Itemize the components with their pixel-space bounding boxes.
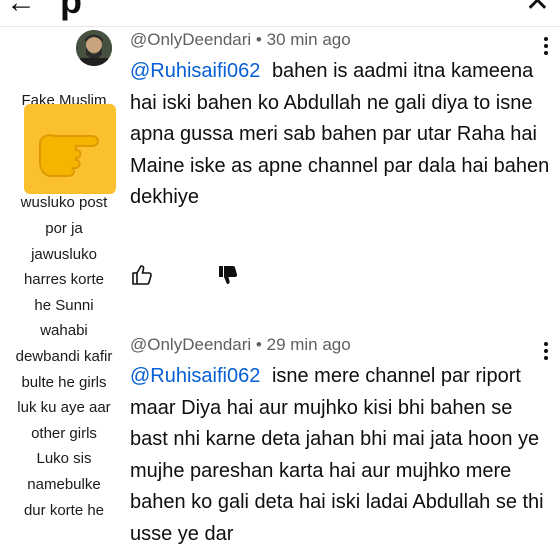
meta-separator: • bbox=[251, 30, 267, 49]
pointing-hand-sticker bbox=[24, 104, 116, 194]
dot bbox=[544, 51, 548, 55]
comment-time: 29 min ago bbox=[266, 335, 351, 354]
comment-actions bbox=[130, 263, 270, 293]
comment-body: isne mere channel par riport maar Diya h… bbox=[130, 365, 544, 545]
dot bbox=[544, 349, 548, 353]
comment-meta: @OnlyDeendari • 30 min ago bbox=[130, 30, 550, 50]
dot bbox=[544, 44, 548, 48]
dot bbox=[544, 37, 548, 41]
avatar[interactable] bbox=[76, 30, 112, 66]
mention-link[interactable]: @Ruhisaifi062 bbox=[130, 365, 260, 387]
comment-author[interactable]: @OnlyDeendari bbox=[130, 335, 251, 354]
comment-menu-button[interactable] bbox=[534, 337, 558, 365]
overlay-line: dewbandi kafir bbox=[15, 347, 113, 365]
dislike-button[interactable] bbox=[216, 263, 240, 292]
comment-item: @OnlyDeendari • 30 min ago @Ruhisaifi062… bbox=[130, 30, 550, 285]
top-app-bar: ← p ✕ bbox=[0, 0, 560, 27]
mention-link[interactable]: @Ruhisaifi062 bbox=[130, 60, 260, 82]
overlay-line: harres korte bbox=[23, 271, 105, 289]
comment-time: 30 min ago bbox=[266, 30, 351, 49]
close-icon[interactable]: ✕ bbox=[525, 0, 550, 19]
comment-menu-button[interactable] bbox=[534, 32, 558, 60]
header-title-fragment: p bbox=[60, 0, 92, 21]
comment-body: bahen is aadmi itna kameena hai iski bah… bbox=[130, 60, 550, 208]
overlay-line: luk ku aye aar bbox=[17, 399, 111, 417]
backhand-index-pointing-right-icon bbox=[39, 134, 99, 177]
overlay-line: wahabi bbox=[40, 322, 88, 340]
overlay-line: jawusluko bbox=[31, 245, 97, 263]
overlay-line: Luko sis bbox=[36, 450, 92, 468]
overlay-line: wusluko post bbox=[20, 194, 108, 212]
comment-text: @Ruhisaifi062 isne mere channel par ripo… bbox=[130, 361, 550, 550]
dot bbox=[544, 342, 548, 346]
comment-author[interactable]: @OnlyDeendari bbox=[130, 30, 251, 49]
meta-separator: • bbox=[251, 335, 267, 354]
overlay-line: dur korte he bbox=[23, 501, 105, 519]
comment-text: @Ruhisaifi062 bahen is aadmi itna kameen… bbox=[130, 56, 550, 214]
comment-item: @OnlyDeendari • 29 min ago @Ruhisaifi062… bbox=[130, 335, 550, 550]
overlay-line: other girls bbox=[31, 424, 97, 442]
back-arrow-icon[interactable]: ← bbox=[6, 0, 36, 20]
overlay-line: por ja bbox=[45, 219, 83, 237]
comment-meta: @OnlyDeendari • 29 min ago bbox=[130, 335, 550, 355]
thumb-up-icon bbox=[132, 265, 152, 285]
overlay-line: namebulke bbox=[27, 475, 101, 493]
like-button[interactable] bbox=[130, 263, 154, 292]
overlay-line: he Sunni bbox=[34, 296, 94, 314]
dot bbox=[544, 356, 548, 360]
thumb-down-filled-icon bbox=[219, 266, 238, 284]
overlay-line: bulte he girls bbox=[21, 373, 107, 391]
